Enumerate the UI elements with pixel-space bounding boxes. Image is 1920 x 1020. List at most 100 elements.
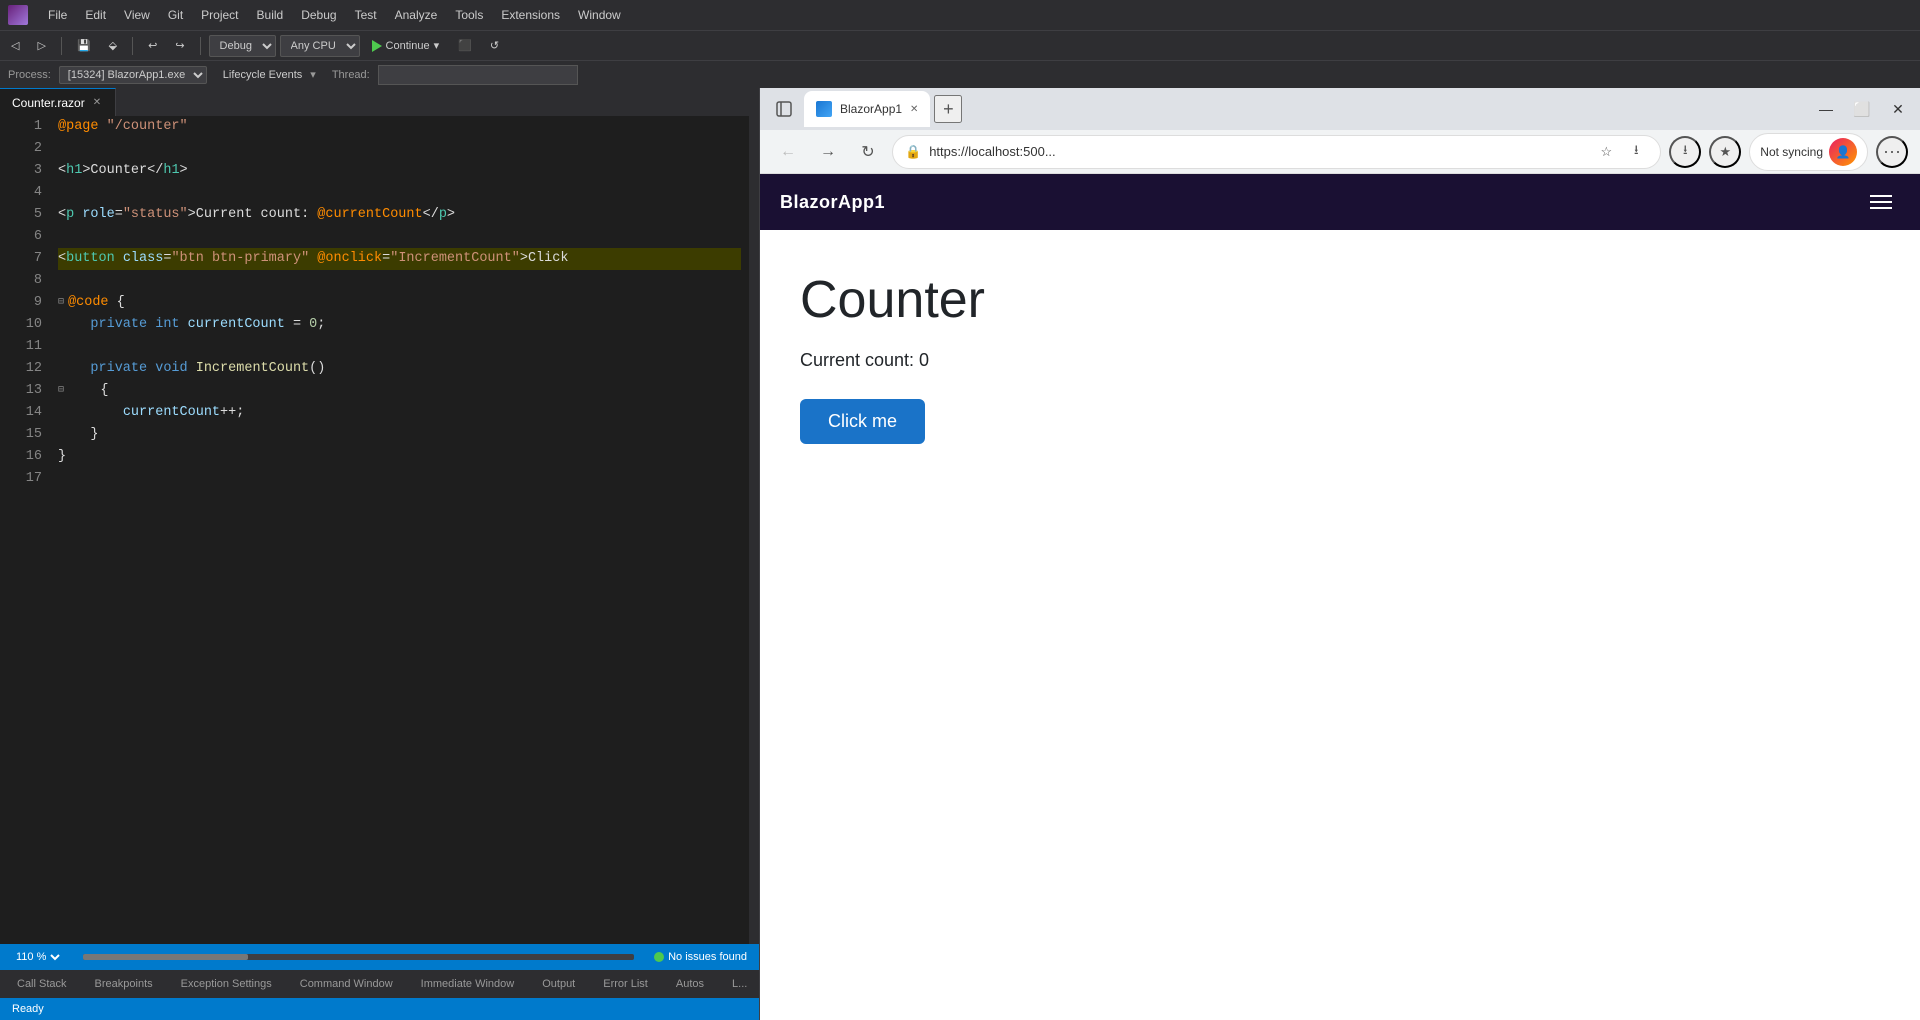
menu-debug[interactable]: Debug bbox=[293, 4, 344, 26]
read-aloud-icon[interactable]: ⭳ bbox=[1624, 140, 1648, 164]
favorites-list-icon[interactable]: ★ bbox=[1709, 136, 1741, 168]
click-me-button[interactable]: Click me bbox=[800, 399, 925, 444]
menu-project[interactable]: Project bbox=[193, 4, 246, 26]
tab-call-stack[interactable]: Call Stack bbox=[4, 973, 80, 995]
hamburger-menu[interactable] bbox=[1862, 187, 1900, 217]
bottom-panel: Call Stack Breakpoints Exception Setting… bbox=[0, 970, 759, 1020]
editor-tab-bar: Counter.razor ✕ bbox=[0, 88, 759, 116]
menu-tools[interactable]: Tools bbox=[447, 4, 491, 26]
user-avatar: 👤 bbox=[1829, 138, 1857, 166]
toolbar-forward-btn[interactable]: ▷ bbox=[30, 36, 52, 55]
toolbar-saveall-btn[interactable]: ⬙ bbox=[102, 36, 124, 55]
continue-button[interactable]: Continue ▾ bbox=[364, 37, 448, 54]
code-currentcount-incr: currentCount bbox=[123, 402, 220, 424]
menu-analyze[interactable]: Analyze bbox=[387, 4, 446, 26]
tab-autos[interactable]: Autos bbox=[663, 973, 717, 995]
stop-btn[interactable]: ⬛ bbox=[451, 36, 479, 55]
browser-tab-blazor[interactable]: BlazorApp1 ✕ bbox=[804, 91, 930, 127]
vs-processbar: Process: [15324] BlazorApp1.exe Lifecycl… bbox=[0, 60, 1920, 88]
menu-extensions[interactable]: Extensions bbox=[493, 4, 568, 26]
browser-more-btn[interactable]: ··· bbox=[1876, 136, 1908, 168]
scrollbar-h[interactable] bbox=[83, 954, 634, 960]
hamburger-line-3 bbox=[1870, 207, 1892, 209]
code-line-14: currentCount++; bbox=[58, 402, 741, 424]
line-num-4: 4 bbox=[0, 182, 42, 204]
ready-status: Ready bbox=[12, 1003, 44, 1015]
debug-config-dropdown[interactable]: Debug bbox=[209, 35, 276, 57]
browser-tab-close-btn[interactable]: ✕ bbox=[910, 104, 918, 115]
code-current-count: Current count: bbox=[196, 204, 318, 226]
menu-build[interactable]: Build bbox=[249, 4, 292, 26]
tab-command-window[interactable]: Command Window bbox=[287, 973, 406, 995]
tab-error-list[interactable]: Error List bbox=[590, 973, 661, 995]
line-num-16: 16 bbox=[0, 446, 42, 468]
line-num-11: 11 bbox=[0, 336, 42, 358]
code-class-attr: class bbox=[123, 248, 164, 270]
code-line-17 bbox=[58, 468, 741, 490]
toolbar-undo-btn[interactable]: ↩ bbox=[141, 36, 164, 55]
code-private-2: private bbox=[90, 358, 155, 380]
browser-sidebar-btn[interactable] bbox=[768, 93, 800, 125]
tab-counter-razor[interactable]: Counter.razor ✕ bbox=[0, 88, 116, 116]
collections-icon[interactable]: ⭳ bbox=[1669, 136, 1701, 168]
collapse-btn-13[interactable]: ⊟ bbox=[58, 380, 64, 402]
code-eq3: = bbox=[382, 248, 390, 270]
browser-forward-btn[interactable]: → bbox=[812, 136, 844, 168]
not-syncing-label: Not syncing bbox=[1760, 145, 1823, 159]
toolbar-redo-btn[interactable]: ↪ bbox=[168, 36, 191, 55]
status-ok: No issues found bbox=[654, 951, 747, 963]
menu-edit[interactable]: Edit bbox=[77, 4, 114, 26]
tab-output[interactable]: Output bbox=[529, 973, 588, 995]
lifecycle-label[interactable]: Lifecycle Events bbox=[223, 69, 302, 81]
not-syncing-button[interactable]: Not syncing 👤 bbox=[1749, 133, 1868, 171]
play-icon bbox=[372, 40, 382, 52]
code-p-end: </ bbox=[423, 204, 439, 226]
code-btn-open: < bbox=[58, 248, 66, 270]
browser-refresh-btn[interactable]: ↻ bbox=[852, 136, 884, 168]
favorites-icon[interactable]: ☆ bbox=[1594, 140, 1618, 164]
editor-scrollbar[interactable] bbox=[749, 116, 759, 944]
toolbar-back-btn[interactable]: ◁ bbox=[4, 36, 26, 55]
code-line-11 bbox=[58, 336, 741, 358]
menu-file[interactable]: File bbox=[40, 4, 75, 26]
process-select[interactable]: [15324] BlazorApp1.exe bbox=[59, 66, 207, 84]
browser-tab-favicon bbox=[816, 101, 832, 117]
thread-input[interactable] bbox=[378, 65, 578, 85]
collapse-btn-9[interactable]: ⊟ bbox=[58, 292, 64, 314]
restart-btn[interactable]: ↺ bbox=[483, 36, 506, 55]
code-at-code: @code bbox=[68, 292, 109, 314]
code-line-3: <h1>Counter</h1> bbox=[58, 160, 741, 182]
tab-exception-settings[interactable]: Exception Settings bbox=[168, 973, 285, 995]
code-editor[interactable]: 1 2 3 4 5 6 7 8 9 10 11 12 13 14 15 16 1 bbox=[0, 116, 759, 944]
address-bar[interactable]: 🔒 https://localhost:500... ☆ ⭳ bbox=[892, 135, 1661, 169]
browser-close-btn[interactable]: ✕ bbox=[1884, 95, 1912, 123]
scrollbar-h-thumb bbox=[83, 954, 248, 960]
line-num-6: 6 bbox=[0, 226, 42, 248]
code-btn-class-str: "btn btn-primary" bbox=[171, 248, 309, 270]
code-eq2: = bbox=[163, 248, 171, 270]
code-line-16: } bbox=[58, 446, 741, 468]
current-count-label: Current count: 0 bbox=[800, 350, 1880, 371]
tab-close-btn[interactable]: ✕ bbox=[91, 96, 103, 109]
browser-maximize-btn[interactable]: ⬜ bbox=[1848, 95, 1876, 123]
code-incrementcount-method: IncrementCount bbox=[196, 358, 309, 380]
tab-locals[interactable]: L... bbox=[719, 973, 760, 995]
menu-git[interactable]: Git bbox=[160, 4, 191, 26]
line-num-13: 13 bbox=[0, 380, 42, 402]
status-ok-icon bbox=[654, 952, 664, 962]
toolbar-save-btn[interactable]: 💾 bbox=[70, 36, 98, 55]
tab-immediate-window[interactable]: Immediate Window bbox=[408, 973, 528, 995]
tab-breakpoints[interactable]: Breakpoints bbox=[82, 973, 166, 995]
hamburger-line-1 bbox=[1870, 195, 1892, 197]
browser-minimize-btn[interactable]: — bbox=[1812, 95, 1840, 123]
browser-new-tab-btn[interactable]: + bbox=[934, 95, 962, 123]
code-eq: = bbox=[115, 204, 123, 226]
code-p-close-open: > bbox=[188, 204, 196, 226]
menu-view[interactable]: View bbox=[116, 4, 158, 26]
browser-back-btn[interactable]: ← bbox=[772, 136, 804, 168]
cpu-dropdown[interactable]: Any CPU bbox=[280, 35, 360, 57]
zoom-select[interactable]: 110 % bbox=[12, 950, 63, 964]
toolbar-sep2 bbox=[132, 37, 133, 55]
menu-test[interactable]: Test bbox=[347, 4, 385, 26]
menu-window[interactable]: Window bbox=[570, 4, 629, 26]
